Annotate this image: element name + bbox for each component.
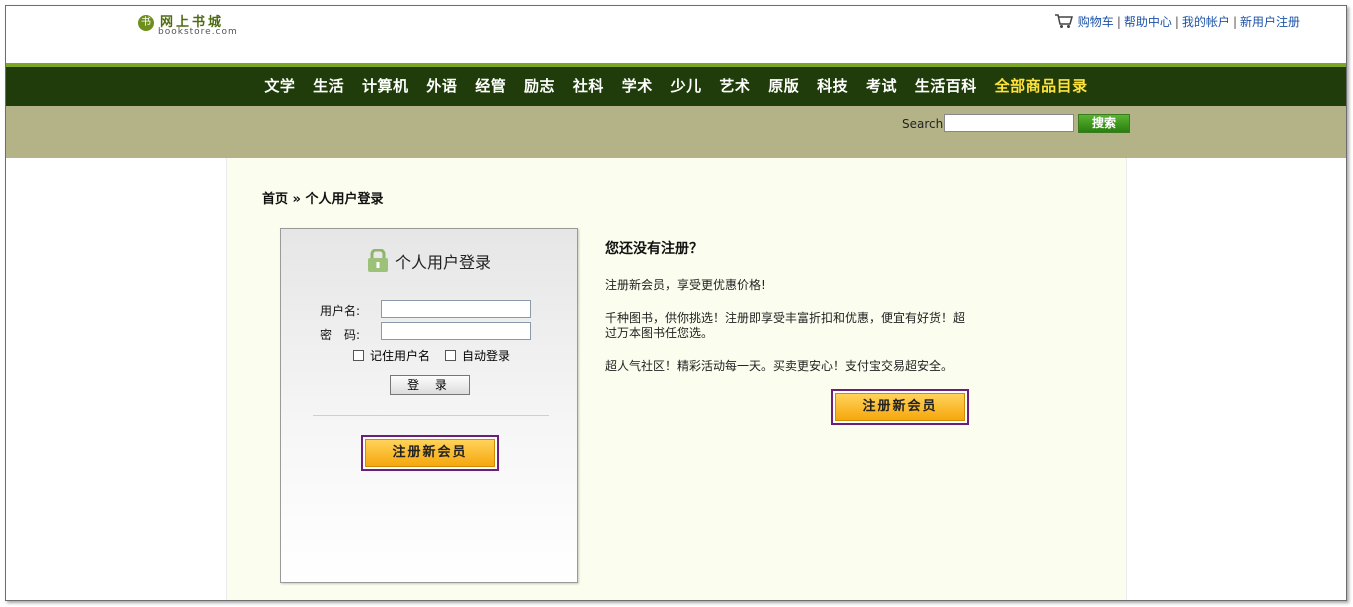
lock-icon — [368, 249, 388, 272]
remember-username-checkbox[interactable]: 记住用户名 — [353, 347, 430, 364]
register-benefit-3: 超人气社区！精彩活动每一天。买卖更安心！支付宝交易超安全。 — [605, 359, 954, 373]
auto-login-box[interactable] — [445, 350, 456, 361]
remember-username-box[interactable] — [353, 350, 364, 361]
link-separator: | — [1174, 15, 1179, 29]
logo-seal-icon: 书 — [138, 15, 154, 31]
register-info: 您还没有注册？ 注册新会员，享受更优惠价格! 千种图书，供你挑选！注册即享受丰富… — [605, 238, 975, 392]
login-title-text: 个人用户登录 — [395, 253, 492, 272]
password-input[interactable] — [381, 322, 531, 340]
nav-item-computer[interactable]: 计算机 — [362, 67, 409, 106]
search-label: Search — [902, 117, 944, 131]
register-button-info[interactable]: 注册新会员 — [831, 389, 969, 425]
nav-item-exam[interactable]: 考试 — [866, 67, 897, 106]
category-nav: 文学 生活 计算机 外语 经管 励志 社科 学术 少儿 艺术 原版 科技 考试 … — [6, 67, 1346, 106]
nav-item-life[interactable]: 生活 — [313, 67, 344, 106]
login-panel: 个人用户登录 用户名: 密 码: 记住用户名 自动登录 登 录 注册新会员 — [280, 228, 578, 583]
top-links: 购物车 | 帮助中心 | 我的帐户 | 新用户注册 — [1054, 13, 1300, 30]
password-label: 密 码: — [320, 328, 361, 342]
cart-link[interactable]: 购物车 — [1078, 15, 1114, 29]
nav-item-literature[interactable]: 文学 — [264, 67, 295, 106]
register-benefit-2: 千种图书，供你挑选！注册即享受丰富折扣和优惠，便宜有好货！超过万本图书任您选。 — [605, 311, 966, 340]
nav-item-life-encyclopedia[interactable]: 生活百科 — [915, 67, 977, 106]
nav-item-children[interactable]: 少儿 — [671, 67, 702, 106]
auto-login-label: 自动登录 — [462, 349, 511, 363]
login-button[interactable]: 登 录 — [390, 375, 470, 395]
search-button[interactable]: 搜索 — [1078, 114, 1130, 133]
nav-item-academic[interactable]: 学术 — [622, 67, 653, 106]
login-title: 个人用户登录 — [367, 249, 491, 273]
logo-text-en: bookstore.com — [158, 27, 238, 37]
nav-item-original[interactable]: 原版 — [768, 67, 799, 106]
search-bar: Search 搜索 — [6, 106, 1346, 158]
nav-item-inspiration[interactable]: 励志 — [524, 67, 555, 106]
cart-icon — [1054, 14, 1073, 28]
remember-username-label: 记住用户名 — [370, 349, 431, 363]
search-input[interactable] — [944, 114, 1074, 132]
register-button-info-label: 注册新会员 — [835, 393, 965, 421]
nav-item-art[interactable]: 艺术 — [719, 67, 750, 106]
nav-item-all-categories[interactable]: 全部商品目录 — [995, 67, 1088, 106]
browser-page-frame: 书 网上书城 bookstore.com 购物车 | 帮助中心 | 我的帐户 | 新用户注册… — [5, 5, 1347, 601]
link-separator: | — [1116, 15, 1121, 29]
nav-item-technology[interactable]: 科技 — [817, 67, 848, 106]
nav-item-business[interactable]: 经管 — [475, 67, 506, 106]
register-heading: 您还没有注册？ — [605, 241, 703, 257]
register-benefit-1: 注册新会员，享受更优惠价格! — [605, 278, 766, 292]
nav-item-social-science[interactable]: 社科 — [573, 67, 604, 106]
breadcrumb: 首页 » 个人用户登录 — [262, 192, 384, 207]
register-button-panel-label: 注册新会员 — [365, 439, 495, 467]
login-divider — [313, 415, 549, 416]
my-account-link[interactable]: 我的帐户 — [1182, 15, 1230, 29]
register-button-panel[interactable]: 注册新会员 — [361, 435, 499, 471]
help-center-link[interactable]: 帮助中心 — [1124, 15, 1172, 29]
auto-login-checkbox[interactable]: 自动登录 — [445, 347, 510, 364]
new-user-register-link[interactable]: 新用户注册 — [1240, 15, 1300, 29]
nav-item-foreign-language[interactable]: 外语 — [426, 67, 457, 106]
main-content: 首页 » 个人用户登录 个人用户登录 用户名: 密 码: 记住用户名 自动登录 … — [226, 158, 1127, 600]
site-logo[interactable]: 书 网上书城 bookstore.com — [138, 10, 238, 38]
username-label: 用户名: — [320, 304, 361, 318]
username-input[interactable] — [381, 300, 531, 318]
link-separator: | — [1232, 15, 1237, 29]
